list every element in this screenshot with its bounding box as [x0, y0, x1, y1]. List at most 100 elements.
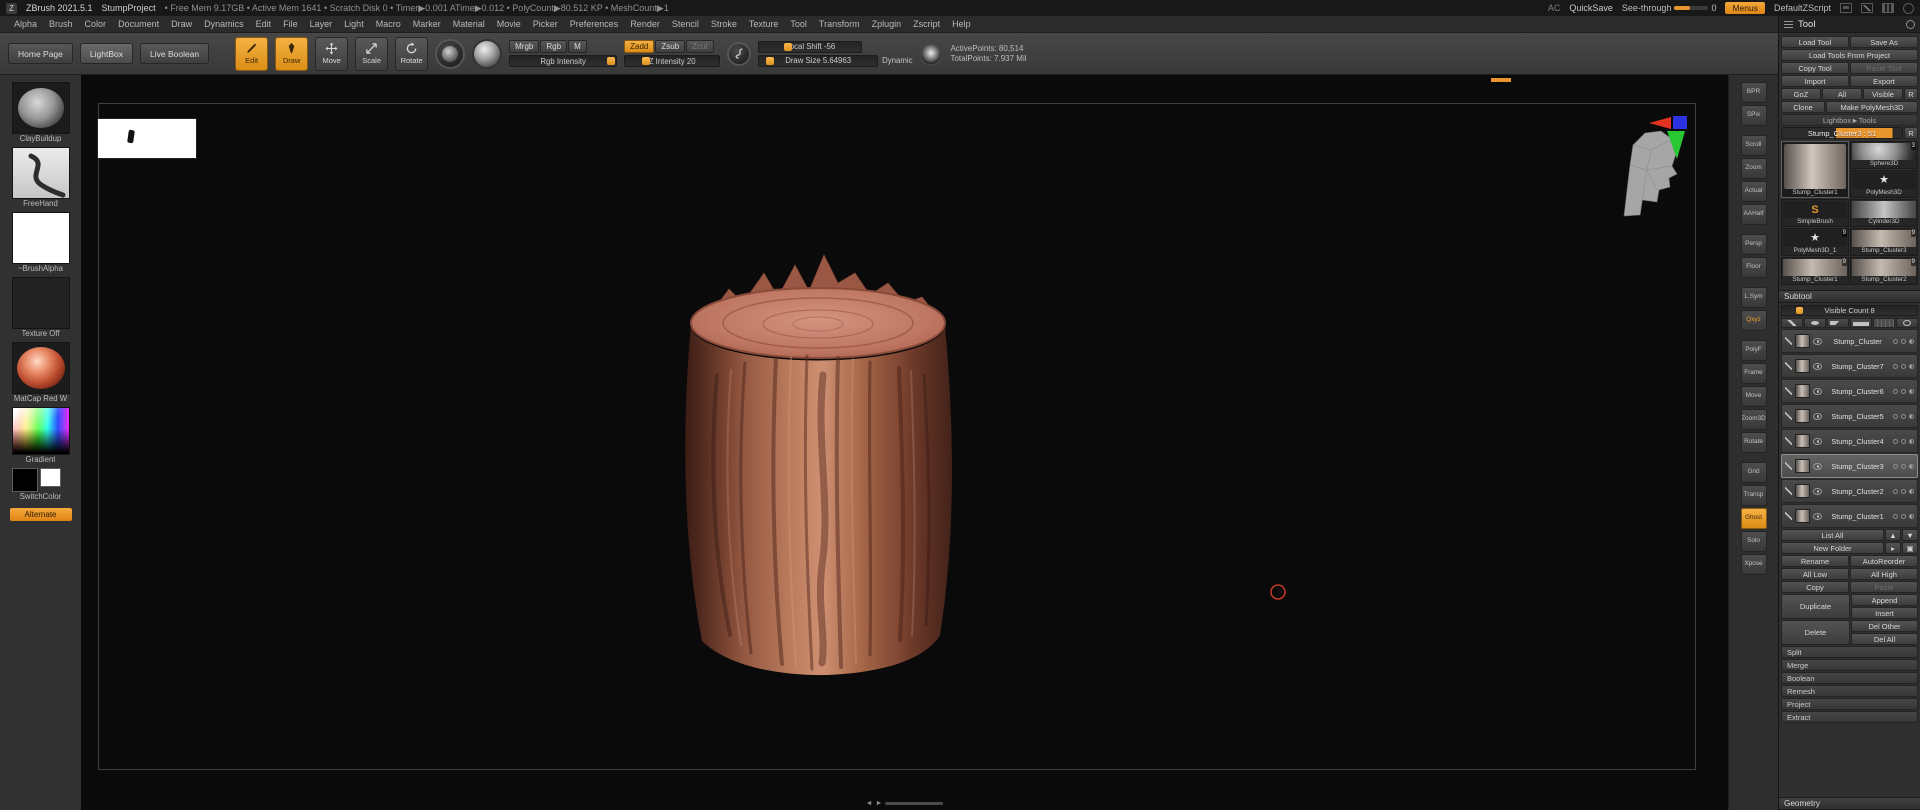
texture-selector[interactable]: Texture Off: [11, 277, 70, 339]
subtool-section-header[interactable]: Subtool: [1779, 290, 1920, 303]
menu-item[interactable]: Marker: [407, 17, 447, 31]
rgb-intensity-slider[interactable]: Rgb Intensity: [509, 55, 618, 67]
dynamic-toggle[interactable]: Dynamic: [882, 56, 912, 65]
subtool-brush-icon[interactable]: [1785, 512, 1792, 520]
move-down-icon[interactable]: ▼: [1902, 529, 1918, 541]
menu-item[interactable]: Alpha: [8, 17, 43, 31]
rotate-mode-button[interactable]: Rotate: [395, 36, 429, 71]
menu-item[interactable]: Layer: [304, 17, 339, 31]
menu-item[interactable]: Transform: [813, 17, 866, 31]
export-button[interactable]: Export: [1850, 75, 1918, 87]
tool-thumbnail[interactable]: 9 Stump_Cluster2: [1850, 257, 1918, 285]
ui-grid-icon[interactable]: [1882, 3, 1894, 13]
menu-item[interactable]: Edit: [250, 17, 278, 31]
rgb-button[interactable]: Rgb: [540, 40, 568, 53]
menu-item[interactable]: Texture: [743, 17, 785, 31]
color-picker[interactable]: Gradient: [11, 407, 70, 465]
right-shelf-button[interactable]: Grid: [1740, 462, 1767, 483]
folder-move-icon[interactable]: ▸: [1885, 542, 1901, 554]
menu-item[interactable]: Zscript: [907, 17, 946, 31]
copy-tool-button[interactable]: Copy Tool: [1781, 62, 1849, 74]
alpha-flyout-icon[interactable]: [919, 41, 944, 66]
subtool-toggle-1[interactable]: [1893, 513, 1898, 519]
subtool-toggle-1[interactable]: [1893, 413, 1898, 419]
subtool-brush-icon[interactable]: [1785, 412, 1792, 420]
right-shelf-button[interactable]: Scroll: [1740, 135, 1767, 156]
subtool-toggle-2[interactable]: [1901, 463, 1906, 469]
menu-item[interactable]: Light: [338, 17, 370, 31]
subtool-visibility-eye-icon[interactable]: [1813, 437, 1822, 445]
del-other-button[interactable]: Del Other: [1851, 620, 1918, 632]
tool-thumbnail[interactable]: PolyMesh3D: [1850, 170, 1918, 198]
right-shelf-button[interactable]: PolyF: [1740, 340, 1767, 361]
switch-color[interactable]: SwitchColor: [11, 468, 70, 502]
right-shelf-button[interactable]: L.Sym: [1740, 287, 1767, 308]
draw-size-slider[interactable]: Draw Size 5.64963: [758, 54, 879, 67]
tool-thumbnail[interactable]: SimpleBrush: [1781, 199, 1849, 227]
subtool-toggle-1[interactable]: [1893, 388, 1898, 394]
stroke-flyout-icon[interactable]: [727, 41, 752, 66]
menu-item[interactable]: Material: [447, 17, 491, 31]
subtool-brush-icon[interactable]: [1785, 387, 1792, 395]
see-through-track[interactable]: [1674, 6, 1709, 10]
rename-button[interactable]: Rename: [1781, 555, 1849, 567]
stroke-selector[interactable]: FreeHand: [11, 147, 70, 209]
subtool-visibility-eye-icon[interactable]: [1813, 487, 1822, 495]
duplicate-button[interactable]: Duplicate: [1781, 594, 1850, 619]
subtool-toggle-3[interactable]: [1909, 338, 1914, 344]
draw-size-handle[interactable]: [766, 56, 775, 65]
document-scrollbar[interactable]: ◄ ►: [866, 800, 944, 807]
focal-shift-slider[interactable]: Focal Shift -56: [758, 40, 863, 53]
folder-icon[interactable]: ▣: [1902, 542, 1918, 554]
subtool-toggle-1[interactable]: [1893, 488, 1898, 494]
main-color-swatch[interactable]: [11, 468, 38, 492]
subtool-toggle-2[interactable]: [1901, 388, 1906, 394]
subtool-toggle-2[interactable]: [1901, 513, 1906, 519]
subtool-row[interactable]: Stump_Cluster5: [1781, 404, 1918, 428]
subtool-toggle-3[interactable]: [1909, 513, 1914, 519]
palette-cycle-icon[interactable]: [1906, 19, 1915, 29]
paste-tool-button[interactable]: Paste Tool: [1850, 62, 1918, 74]
draw-mode-button[interactable]: Draw: [275, 36, 309, 71]
m-button[interactable]: M: [568, 40, 587, 53]
right-shelf-button[interactable]: Qxyz: [1740, 310, 1767, 331]
z-intensity-slider[interactable]: Z Intensity 20: [624, 55, 721, 67]
current-tool-thumbnail[interactable]: Stump_Cluster1: [1781, 141, 1849, 198]
import-button[interactable]: Import: [1781, 75, 1849, 87]
live-boolean-button[interactable]: Live Boolean: [139, 43, 210, 64]
eye-icon[interactable]: [1804, 318, 1826, 328]
rgb-intensity-handle[interactable]: [607, 57, 616, 65]
clone-button[interactable]: Clone: [1781, 101, 1825, 113]
menu-item[interactable]: Preferences: [564, 17, 625, 31]
paintbrush-icon[interactable]: [1827, 318, 1849, 328]
tool-thumbnail[interactable]: 3 Sphere3D: [1850, 141, 1918, 169]
alpha-selector[interactable]: ~BrushAlpha: [11, 212, 70, 274]
visible-count-slider[interactable]: Visible Count 8: [1781, 305, 1918, 316]
subtool-row[interactable]: Stump_Cluster1: [1781, 504, 1918, 528]
subtool-visibility-eye-icon[interactable]: [1813, 362, 1822, 370]
save-as-button[interactable]: Save As: [1850, 36, 1918, 48]
zsub-button[interactable]: Zsub: [655, 40, 686, 53]
list-all-button[interactable]: List All: [1781, 529, 1884, 541]
subtool-toggle-3[interactable]: [1909, 388, 1914, 394]
tool-inventory-slider[interactable]: Stump_Cluster3 : 51: [1781, 127, 1903, 139]
split-subsection[interactable]: Split: [1781, 646, 1918, 658]
subtool-toggle-1[interactable]: [1893, 338, 1898, 344]
lightbox-button[interactable]: LightBox: [79, 43, 133, 64]
subtool-toggle-1[interactable]: [1893, 438, 1898, 444]
lightbox-tools-button[interactable]: Lightbox►Tools: [1781, 114, 1918, 126]
project-subsection[interactable]: Project: [1781, 698, 1918, 710]
all-low-button[interactable]: All Low: [1781, 568, 1849, 580]
material-selector[interactable]: MatCap Red W: [11, 342, 70, 404]
freehand-stroke-thumbnail[interactable]: [11, 147, 70, 199]
screen-layout-icon[interactable]: [1840, 3, 1852, 13]
ghost-icon[interactable]: [1896, 318, 1918, 328]
menus-toggle-button[interactable]: Menus: [1725, 2, 1765, 14]
menu-item[interactable]: Stencil: [666, 17, 705, 31]
secondary-color-swatch[interactable]: [39, 468, 61, 487]
subtool-toggle-1[interactable]: [1893, 463, 1898, 469]
polyframe-icon[interactable]: [1873, 318, 1895, 328]
menu-item[interactable]: Brush: [43, 17, 79, 31]
right-shelf-button[interactable]: Zoom: [1740, 158, 1767, 179]
goz-all-button[interactable]: All: [1822, 88, 1862, 100]
